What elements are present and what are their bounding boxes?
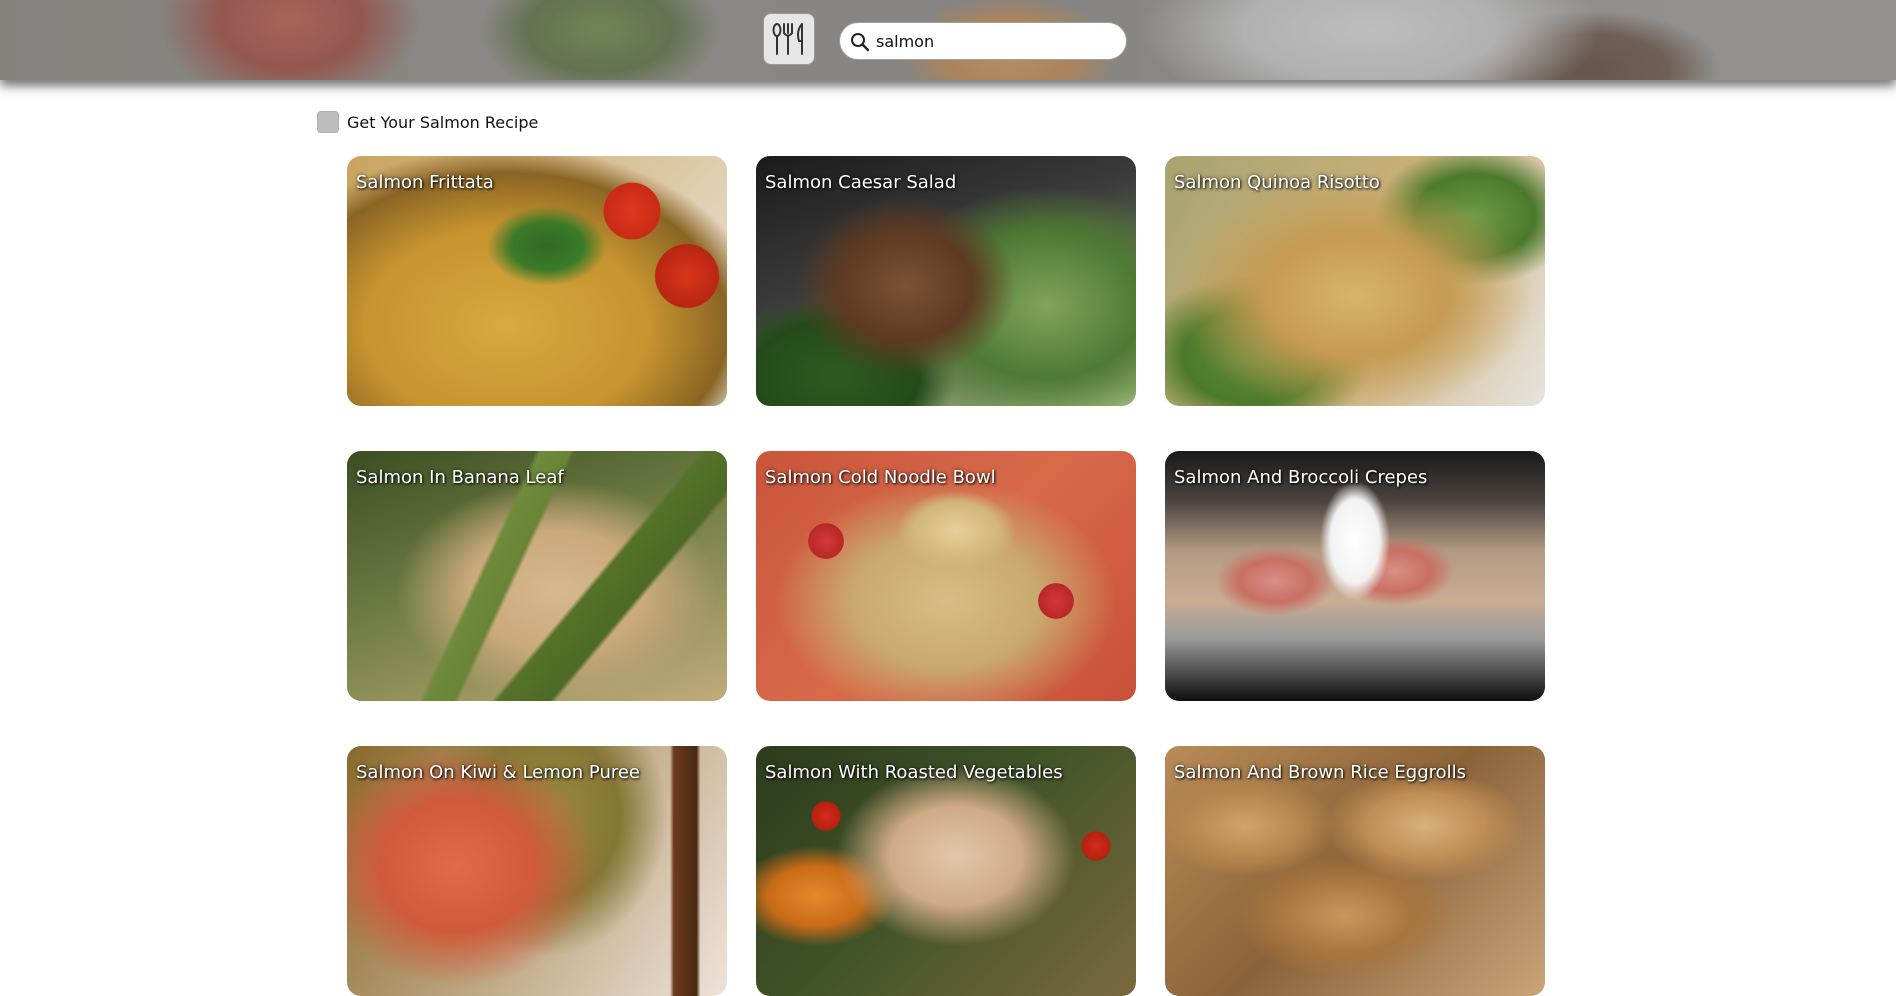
recipe-title: Salmon On Kiwi & Lemon Puree bbox=[356, 762, 641, 783]
recipe-title: Salmon And Brown Rice Eggrolls bbox=[1174, 762, 1467, 783]
utensils-icon bbox=[772, 23, 803, 55]
recipe-card[interactable]: Salmon Frittata bbox=[347, 156, 727, 406]
recipe-image bbox=[347, 746, 727, 996]
recipe-card[interactable]: Salmon And Brown Rice Eggrolls bbox=[1165, 746, 1545, 996]
filter-row: Get Your Salmon Recipe bbox=[317, 110, 538, 134]
recipe-filter-checkbox[interactable] bbox=[317, 111, 339, 133]
filter-label: Get Your Salmon Recipe bbox=[347, 112, 539, 132]
search-box[interactable] bbox=[839, 22, 1127, 60]
recipe-image bbox=[347, 156, 727, 406]
recipe-title: Salmon Cold Noodle Bowl bbox=[765, 467, 996, 488]
recipe-title: Salmon Caesar Salad bbox=[765, 172, 957, 193]
recipe-card[interactable]: Salmon Caesar Salad bbox=[756, 156, 1136, 406]
search-icon bbox=[851, 33, 870, 52]
recipe-image bbox=[756, 746, 1136, 996]
recipe-image bbox=[756, 451, 1136, 701]
recipe-title: Salmon And Broccoli Crepes bbox=[1174, 467, 1428, 488]
recipe-image bbox=[1165, 156, 1545, 406]
recipe-card[interactable]: Salmon On Kiwi & Lemon Puree bbox=[347, 746, 727, 996]
recipe-card[interactable]: Salmon Cold Noodle Bowl bbox=[756, 451, 1136, 701]
recipe-image bbox=[347, 451, 727, 701]
recipe-title: Salmon In Banana Leaf bbox=[356, 467, 564, 488]
recipe-card[interactable]: Salmon With Roasted Vegetables bbox=[756, 746, 1136, 996]
recipe-card[interactable]: Salmon And Broccoli Crepes bbox=[1165, 451, 1545, 701]
search-input[interactable] bbox=[872, 27, 1120, 55]
recipe-grid: Salmon Frittata Salmon Caesar Salad Salm… bbox=[347, 156, 1545, 996]
recipe-title: Salmon With Roasted Vegetables bbox=[765, 762, 1063, 783]
logo-button[interactable] bbox=[763, 13, 815, 65]
recipe-card[interactable]: Salmon Quinoa Risotto bbox=[1165, 156, 1545, 406]
recipe-card[interactable]: Salmon In Banana Leaf bbox=[347, 451, 727, 701]
recipe-image bbox=[756, 156, 1136, 406]
recipe-image bbox=[1165, 746, 1545, 996]
recipe-title: Salmon Frittata bbox=[356, 172, 494, 193]
recipe-title: Salmon Quinoa Risotto bbox=[1174, 172, 1380, 193]
recipe-image bbox=[1165, 451, 1545, 701]
